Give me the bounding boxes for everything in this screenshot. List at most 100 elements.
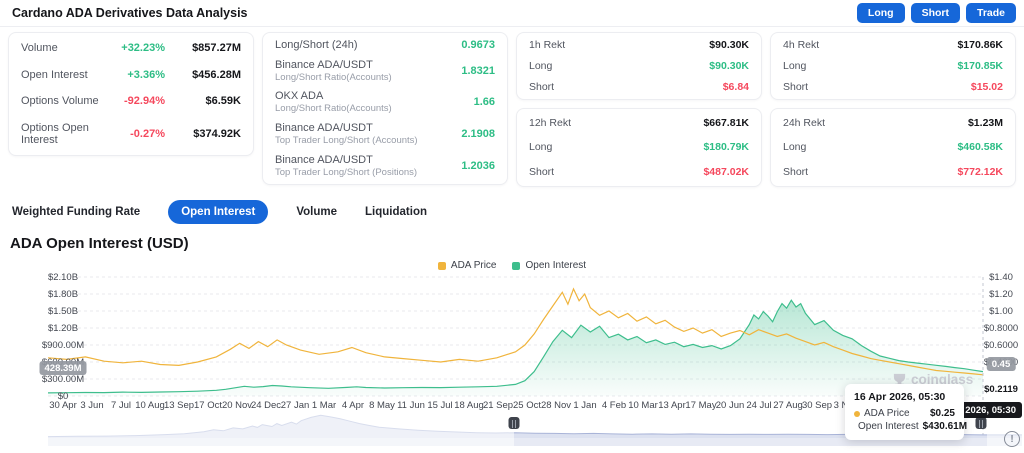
ratio-sublabel: Long/Short Ratio(Accounts) (275, 103, 392, 115)
tab-weighted-funding-rate[interactable]: Weighted Funding Rate (12, 206, 140, 218)
rekt-value: $90.30K (709, 59, 749, 72)
ratio-label: OKX ADA (275, 90, 324, 103)
rekt-label: Long (529, 59, 553, 72)
left-axis-label: $1.80B (47, 288, 79, 300)
legend-swatch (512, 261, 521, 270)
x-axis-label: 30 Sep (801, 400, 833, 411)
rekt-row: Long $460.58K (783, 141, 1003, 153)
legend-item-open-interest[interactable]: Open Interest (512, 260, 586, 271)
stat-value: $374.92K (193, 127, 241, 140)
rekt-label: Long (783, 59, 807, 72)
ratio-labels: Binance ADA/USDT Top Trader Long/Short (A… (275, 122, 461, 146)
x-axis-label: 24 Jul (746, 400, 772, 411)
ratio-row: Long/Short (24h) 0.9673 (275, 39, 495, 51)
rekt-row: Short $772.12K (783, 166, 1003, 178)
ratio-labels: OKX ADA Long/Short Ratio(Accounts) (275, 90, 474, 114)
tooltip-row: Open Interest $430.61M (854, 421, 967, 432)
x-axis-label: 4 Apr (341, 400, 365, 411)
right-axis-label: $0.6000 (983, 339, 1019, 351)
x-axis-label: 4 Feb (601, 400, 627, 411)
page-title: Cardano ADA Derivatives Data Analysis (12, 6, 248, 20)
stat-value: $6.59K (205, 95, 241, 108)
stat-label: Options Open Interest (21, 121, 89, 146)
rekt-card-12h: 12h Rekt $667.81K Long $180.79K Short $487.02… (516, 108, 762, 187)
x-axis-label: 1 Jan (573, 400, 597, 411)
rekt-label: Short (783, 80, 809, 93)
ratio-label: Binance ADA/USDT (275, 154, 373, 167)
rekt-row: Short $6.84 (529, 81, 749, 93)
rekt-label: Short (529, 165, 555, 178)
tooltip-series-name: ADA Price (864, 408, 910, 419)
ratio-value: 0.9673 (461, 38, 495, 51)
rekt-row: Long $180.79K (529, 141, 749, 153)
left-axis-label: $2.10B (47, 271, 79, 283)
stat-value: $857.27M (192, 42, 241, 55)
x-axis-label: 8 May (369, 400, 395, 411)
ratio-labels: Binance ADA/USDT Long/Short Ratio(Account… (275, 59, 461, 83)
rekt-value: $170.86K (957, 39, 1003, 52)
x-axis-label: 18 Aug (454, 400, 484, 411)
legend-item-ada-price[interactable]: ADA Price (437, 260, 497, 271)
x-axis-label: 1 Mar (311, 400, 337, 411)
x-axis-label: 13 Apr (658, 400, 686, 411)
rekt-row: 4h Rekt $170.86K (783, 39, 1003, 51)
rekt-label: Short (529, 80, 555, 93)
x-axis-label: 7 Jul (110, 400, 132, 411)
ratio-sublabel: Top Trader Long/Short (Accounts) (275, 135, 418, 147)
rekt-label: Long (529, 141, 553, 154)
stat-change: -92.94% (124, 95, 165, 108)
open-interest-chart[interactable]: ADA Price Open Interest 428.39M 0.45 $0.2… (0, 253, 1024, 453)
tooltip-series-value: $0.25 (929, 408, 955, 419)
x-axis-label: 20 Nov (221, 400, 253, 411)
rekt-value: $15.02 (970, 80, 1003, 93)
rekt-label: 4h Rekt (783, 39, 820, 52)
header-button-trade[interactable]: Trade (965, 3, 1016, 23)
rekt-card-4h: 4h Rekt $170.86K Long $170.85K Short $15.02 (770, 32, 1016, 100)
left-axis-label: $1.20B (47, 322, 79, 334)
tooltip-row: ADA Price $0.25 (854, 408, 955, 419)
x-axis-label: 11 Jun (397, 400, 425, 411)
ratio-value: 1.8321 (461, 64, 495, 77)
stat-change: -0.27% (130, 127, 165, 140)
x-axis-label: 17 May (685, 400, 717, 411)
stat-row: Options Open Interest -0.27% $374.92K (21, 122, 241, 146)
ratio-row: Binance ADA/USDT Top Trader Long/Short (A… (275, 122, 495, 146)
stat-row: Open Interest +3.36% $456.28M (21, 69, 241, 81)
ratio-sublabel: Top Trader Long/Short (Positions) (275, 167, 418, 179)
header-actions: Long Short Trade (856, 3, 1016, 23)
rekt-column-1: 1h Rekt $90.30K Long $90.30K Short $6.84 12h R… (516, 32, 762, 187)
ratio-label: Long/Short (24h) (275, 38, 358, 51)
tooltip-series-value: $430.61M (922, 421, 968, 432)
tooltip-date: 16 Apr 2026, 05:30 (854, 391, 946, 403)
ratio-labels: Binance ADA/USDT Top Trader Long/Short (P… (275, 154, 461, 178)
left-axis-label: $900.00M (41, 339, 85, 351)
rekt-value: $487.02K (703, 165, 749, 178)
rekt-label: 1h Rekt (529, 39, 566, 52)
header-button-short[interactable]: Short (910, 3, 960, 23)
ratio-row: OKX ADA Long/Short Ratio(Accounts) 1.66 (275, 90, 495, 114)
x-axis-label: 27 Aug (773, 400, 803, 411)
legend-label: ADA Price (450, 260, 497, 271)
tab-liquidation[interactable]: Liquidation (365, 206, 427, 218)
rekt-column-2: 4h Rekt $170.86K Long $170.85K Short $15.02 24… (770, 32, 1016, 187)
x-axis-label: 13 Sep (163, 400, 195, 411)
stat-label: Open Interest (21, 68, 88, 81)
navigator-handle-left[interactable] (508, 417, 520, 429)
x-axis-label: 27 Jan (280, 400, 310, 411)
stat-change: +32.23% (121, 42, 165, 55)
tab-open-interest[interactable]: Open Interest (168, 200, 269, 224)
tab-volume[interactable]: Volume (296, 206, 337, 218)
header-button-long[interactable]: Long (856, 3, 905, 23)
rekt-label: Long (783, 141, 807, 154)
rekt-label: 12h Rekt (529, 117, 572, 130)
left-axis-label: $300.00M (41, 373, 85, 385)
rekt-row: Long $170.85K (783, 60, 1003, 72)
left-axis-label: $1.50B (47, 305, 79, 317)
x-axis-label: 30 Apr (49, 400, 77, 411)
x-axis-label: 24 Dec (250, 400, 282, 411)
right-axis-label: $1.40 (989, 271, 1013, 283)
navigator-handle-right[interactable] (975, 417, 987, 429)
rekt-row: Short $15.02 (783, 81, 1003, 93)
stat-label: Volume (21, 42, 58, 55)
chart-section-title: ADA Open Interest (USD) (10, 235, 189, 252)
